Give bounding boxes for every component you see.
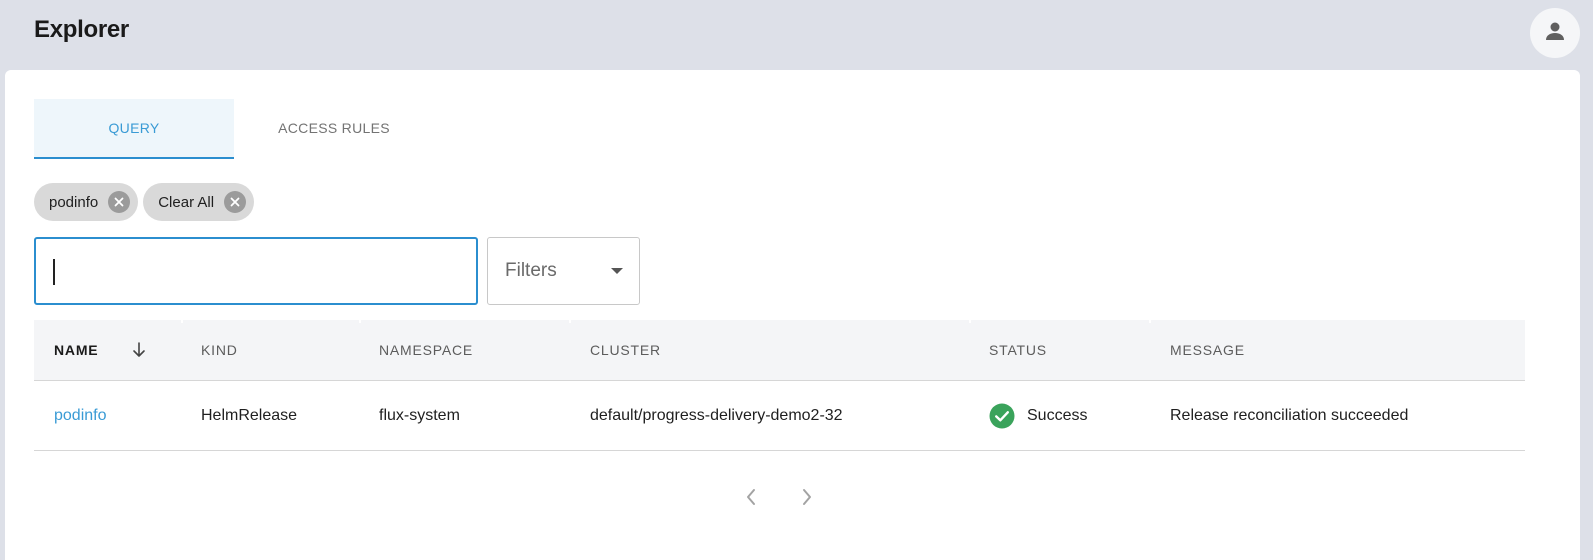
chip-label: podinfo — [49, 193, 99, 211]
chip-label: Clear All — [158, 193, 215, 211]
chip-clear-all: Clear All — [143, 183, 255, 221]
column-header-status[interactable]: STATUS — [989, 320, 1047, 380]
column-divider — [1149, 320, 1151, 323]
column-divider — [181, 320, 183, 323]
table-row: podinfo HelmRelease flux-system default/… — [34, 381, 1525, 451]
arrow-down-icon[interactable] — [132, 342, 146, 363]
tab-query[interactable]: QUERY — [34, 99, 234, 159]
account-icon — [1543, 19, 1567, 48]
row-name-link[interactable]: podinfo — [54, 381, 107, 450]
row-status: Success — [989, 381, 1087, 450]
check-circle-icon — [989, 403, 1015, 429]
table-header: NAME KIND NAMESPACE CLUSTER STATUS MESSA… — [34, 320, 1525, 381]
filters-dropdown[interactable]: Filters — [487, 237, 640, 305]
row-kind: HelmRelease — [201, 406, 298, 424]
close-icon[interactable] — [108, 191, 131, 213]
column-divider — [569, 320, 571, 323]
page-title: Explorer — [34, 16, 129, 43]
column-header-message[interactable]: MESSAGE — [1170, 320, 1245, 380]
chevron-right-icon[interactable] — [801, 488, 813, 506]
row-message: Release reconciliation succeeded — [1170, 406, 1409, 424]
text-cursor — [53, 259, 55, 285]
search-input[interactable] — [34, 237, 478, 305]
row-namespace: flux-system — [379, 406, 460, 424]
row-cluster: default/progress-delivery-demo2-32 — [590, 406, 843, 424]
column-header-namespace[interactable]: NAMESPACE — [379, 320, 473, 380]
pagination — [745, 488, 813, 506]
results-table: NAME KIND NAMESPACE CLUSTER STATUS MESSA… — [34, 320, 1525, 451]
chevron-left-icon[interactable] — [745, 488, 757, 506]
tab-bar: QUERY ACCESS RULES — [34, 99, 434, 159]
main-panel: QUERY ACCESS RULES podinfo Clear All Fil… — [5, 70, 1580, 560]
column-header-cluster[interactable]: CLUSTER — [590, 320, 661, 380]
status-label: Success — [1027, 406, 1088, 424]
caret-down-icon — [611, 268, 623, 274]
tab-access-rules[interactable]: ACCESS RULES — [234, 99, 434, 159]
filter-chips: podinfo Clear All — [34, 183, 255, 221]
chip-podinfo: podinfo — [34, 183, 139, 221]
account-button[interactable] — [1530, 8, 1580, 58]
column-divider — [359, 320, 361, 323]
filters-label: Filters — [505, 260, 557, 281]
column-divider — [969, 320, 971, 323]
column-header-name[interactable]: NAME — [54, 320, 98, 380]
close-icon[interactable] — [224, 191, 247, 213]
column-header-kind[interactable]: KIND — [201, 320, 238, 380]
